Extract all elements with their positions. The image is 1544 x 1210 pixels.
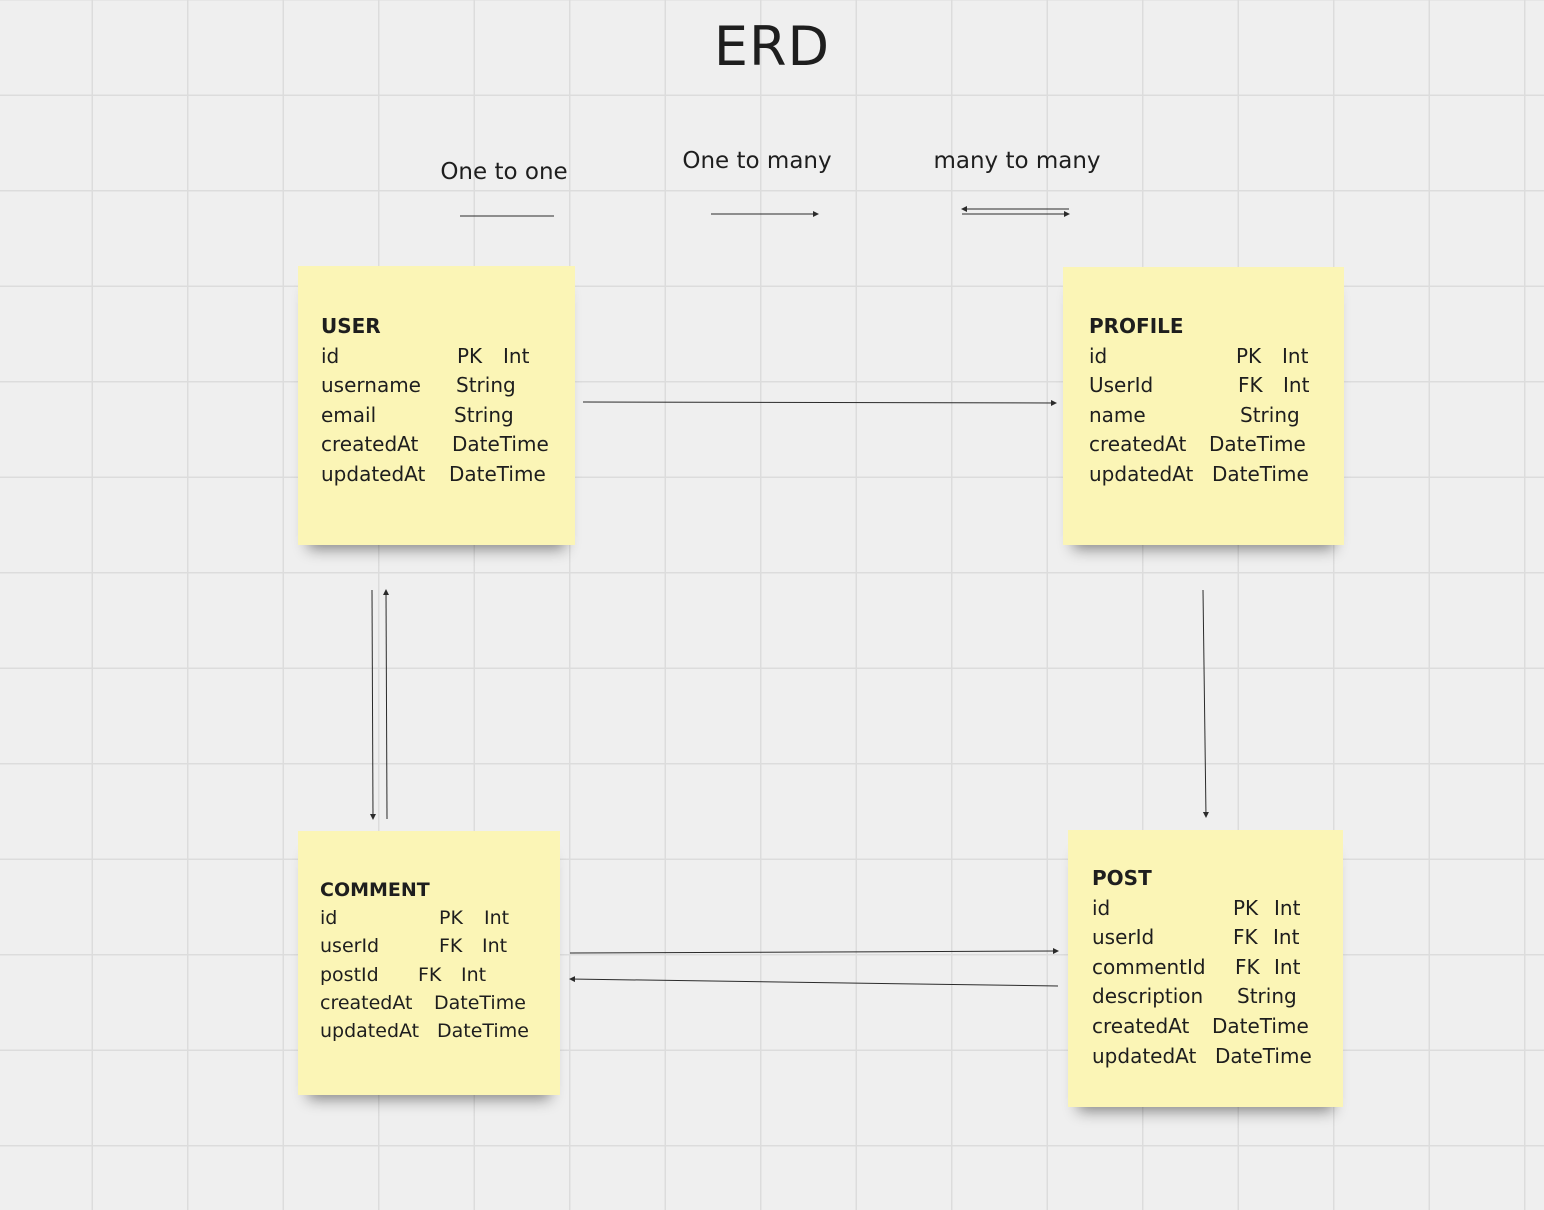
field-type: DateTime bbox=[434, 991, 526, 1014]
comment-user-arrow-up bbox=[383, 589, 390, 820]
field-type: String bbox=[454, 402, 514, 427]
field-row: updatedAt DateTime bbox=[320, 1017, 529, 1045]
field-name: updatedAt bbox=[1089, 461, 1194, 486]
field-row: postId FK Int bbox=[320, 961, 486, 989]
field-name: id bbox=[1092, 895, 1111, 920]
field-type: Int bbox=[484, 907, 510, 930]
entity-name: USER bbox=[321, 314, 381, 338]
field-key: PK bbox=[457, 343, 483, 368]
field-name: createdAt bbox=[320, 991, 413, 1014]
field-name: id bbox=[320, 907, 338, 930]
field-type: Int bbox=[1273, 925, 1300, 950]
field-name: createdAt bbox=[1092, 1013, 1190, 1038]
user-entity-note[interactable]: USER id PK Int username String email String … bbox=[298, 266, 575, 545]
field-type: Int bbox=[1283, 373, 1310, 398]
field-type: String bbox=[1240, 402, 1300, 427]
entity-name: PROFILE bbox=[1089, 314, 1184, 338]
field-name: email bbox=[321, 402, 377, 427]
field-type: DateTime bbox=[437, 1019, 529, 1042]
field-key: FK bbox=[1238, 373, 1263, 398]
field-row: userId FK Int bbox=[1092, 923, 1299, 953]
field-row: userId FK Int bbox=[320, 932, 507, 960]
field-name: name bbox=[1089, 402, 1146, 427]
field-type: DateTime bbox=[1215, 1043, 1312, 1068]
field-key: FK bbox=[418, 963, 442, 986]
field-name: postId bbox=[320, 963, 379, 986]
field-key: FK bbox=[1235, 954, 1260, 979]
field-row: username String bbox=[321, 371, 516, 401]
field-type: Int bbox=[1274, 895, 1301, 920]
field-row: id PK Int bbox=[1089, 342, 1308, 372]
field-name: updatedAt bbox=[321, 461, 426, 486]
profile-entity-note[interactable]: PROFILE id PK Int UserId FK Int name String c… bbox=[1063, 267, 1344, 545]
field-type: String bbox=[1237, 984, 1297, 1009]
field-type: Int bbox=[461, 963, 487, 986]
field-name: userId bbox=[320, 935, 380, 958]
field-row: id PK Int bbox=[320, 904, 509, 932]
field-type: DateTime bbox=[1212, 461, 1309, 486]
field-row: createdAt DateTime bbox=[320, 989, 526, 1017]
field-type: Int bbox=[1282, 343, 1309, 368]
field-name: updatedAt bbox=[320, 1019, 420, 1042]
field-row: updatedAt DateTime bbox=[321, 460, 546, 490]
field-name: commentId bbox=[1092, 954, 1206, 979]
field-row: UserId FK Int bbox=[1089, 371, 1309, 401]
field-type: DateTime bbox=[1212, 1013, 1309, 1038]
field-name: id bbox=[321, 343, 340, 368]
field-row: name String bbox=[1089, 401, 1300, 431]
field-row: commentId FK Int bbox=[1092, 953, 1300, 983]
field-name: updatedAt bbox=[1092, 1043, 1197, 1068]
field-name: createdAt bbox=[321, 432, 419, 457]
field-type: Int bbox=[1274, 954, 1301, 979]
entity-name: COMMENT bbox=[320, 879, 430, 901]
field-row: id PK Int bbox=[1092, 894, 1300, 924]
field-type: DateTime bbox=[452, 432, 549, 457]
profile-post-relation-arrow bbox=[1202, 589, 1209, 818]
user-profile-relation-line bbox=[582, 399, 1057, 406]
field-key: PK bbox=[1233, 895, 1259, 920]
field-type: String bbox=[456, 373, 516, 398]
field-key: FK bbox=[1233, 925, 1258, 950]
post-comment-arrow-left bbox=[569, 976, 1059, 987]
field-key: PK bbox=[1236, 343, 1262, 368]
entity-name: POST bbox=[1092, 866, 1152, 890]
comment-entity-note[interactable]: COMMENT id PK Int userId FK Int postId FK Int … bbox=[298, 831, 560, 1095]
field-row: updatedAt DateTime bbox=[1089, 460, 1309, 490]
field-row: updatedAt DateTime bbox=[1092, 1042, 1312, 1072]
field-name: username bbox=[321, 373, 421, 398]
comment-post-arrow-right bbox=[569, 948, 1059, 955]
field-type: Int bbox=[503, 343, 530, 368]
field-row: createdAt DateTime bbox=[321, 430, 549, 460]
field-row: description String bbox=[1092, 982, 1297, 1012]
post-entity-note[interactable]: POST id PK Int userId FK Int commentId FK Int … bbox=[1068, 830, 1343, 1107]
field-type: DateTime bbox=[1209, 432, 1306, 457]
user-comment-arrow-down bbox=[369, 589, 376, 820]
field-name: createdAt bbox=[1089, 432, 1187, 457]
field-type: Int bbox=[482, 935, 508, 958]
field-name: id bbox=[1089, 343, 1108, 368]
field-type: DateTime bbox=[449, 461, 546, 486]
field-key: FK bbox=[439, 935, 463, 958]
field-row: createdAt DateTime bbox=[1092, 1012, 1309, 1042]
field-name: userId bbox=[1092, 925, 1155, 950]
field-name: UserId bbox=[1089, 373, 1154, 398]
diagram-board: ERD One to one One to many many to many … bbox=[0, 0, 1544, 1210]
field-row: id PK Int bbox=[321, 342, 529, 372]
field-row: email String bbox=[321, 401, 514, 431]
field-row: createdAt DateTime bbox=[1089, 430, 1306, 460]
field-name: description bbox=[1092, 984, 1204, 1009]
field-key: PK bbox=[439, 907, 463, 930]
